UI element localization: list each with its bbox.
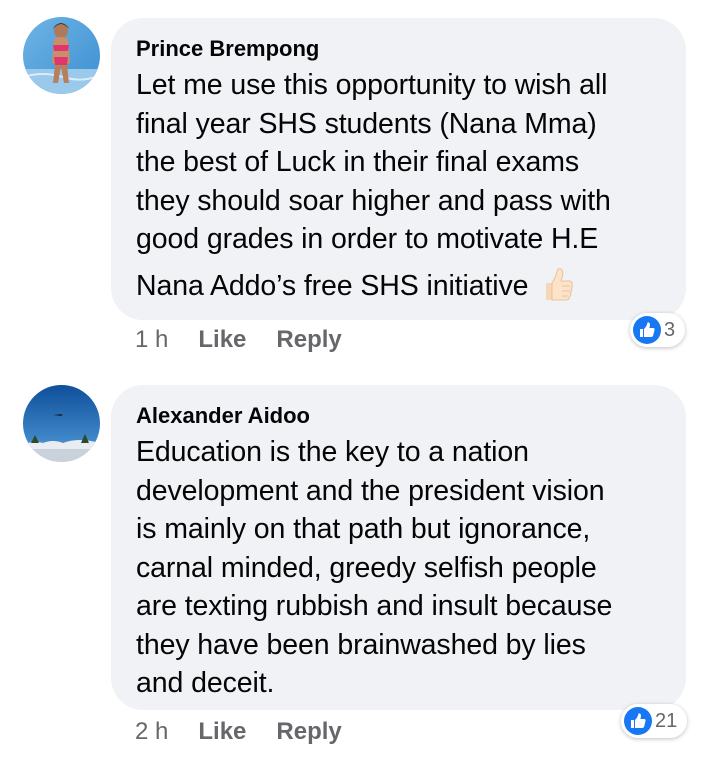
comment-line: is mainly on that path but ignorance, xyxy=(136,513,591,545)
comment-text: Education is the key to a nation develop… xyxy=(136,433,666,703)
avatar-photo-icon xyxy=(23,385,100,462)
comment-actions: 2 h Like Reply xyxy=(135,718,372,746)
comment-line: good grades in order to motivate H.E xyxy=(136,223,599,255)
reply-button[interactable]: Reply xyxy=(276,718,341,745)
reaction-count: 3 xyxy=(664,319,676,341)
reaction-summary[interactable]: 3 xyxy=(630,313,685,347)
reaction-summary[interactable]: 21 xyxy=(621,704,687,738)
reply-button[interactable]: Reply xyxy=(276,326,341,353)
comment-line: they should soar higher and pass with xyxy=(136,184,611,217)
avatar[interactable] xyxy=(23,17,100,94)
like-reaction-icon xyxy=(633,316,661,344)
comment-line: are texting rubbish and insult because xyxy=(136,590,613,622)
comment-timestamp[interactable]: 1 h xyxy=(135,326,168,353)
comment-line: and deceit. xyxy=(136,667,275,699)
comment-author[interactable]: Prince Brempong xyxy=(136,36,666,62)
comment-text: Let me use this opportunity to wish all … xyxy=(136,66,666,313)
comment-line: Education is the key to a nation xyxy=(136,436,529,468)
comment-line: development and the president vision xyxy=(136,474,605,507)
comment-bubble: Alexander Aidoo Education is the key to … xyxy=(111,385,686,710)
comment-line: the best of Luck in their final exams xyxy=(136,146,580,178)
comment-bubble: Prince Brempong Let me use this opportun… xyxy=(111,18,686,320)
comment-line: carnal minded, greedy selfish people xyxy=(136,551,597,584)
comment-line: final year SHS students (Nana Mma) xyxy=(136,107,597,140)
comment-actions: 1 h Like Reply xyxy=(135,326,372,354)
like-button[interactable]: Like xyxy=(198,718,246,745)
comment-author[interactable]: Alexander Aidoo xyxy=(136,403,666,429)
comment-line: they have been brainwashed by lies xyxy=(136,628,586,661)
avatar[interactable] xyxy=(23,385,100,462)
reaction-count: 21 xyxy=(655,710,678,732)
thumbs-up-emoji-icon xyxy=(538,267,574,314)
like-button[interactable]: Like xyxy=(198,326,246,353)
like-reaction-icon xyxy=(624,707,652,735)
avatar-photo-icon xyxy=(23,17,100,94)
comment-line: Nana Addo’s free SHS initiative xyxy=(136,269,529,302)
comment-timestamp[interactable]: 2 h xyxy=(135,718,168,745)
comment-line: Let me use this opportunity to wish all xyxy=(136,69,608,101)
